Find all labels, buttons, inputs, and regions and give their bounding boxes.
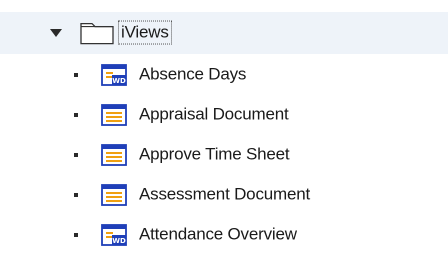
iview-icon: [101, 104, 127, 126]
tree-item-label[interactable]: Attendance Overview: [139, 225, 297, 245]
tree-item-label[interactable]: Assessment Document: [139, 185, 310, 205]
tree-item-assessment-document[interactable]: Assessment Document: [0, 175, 448, 215]
tree-item-approve-time-sheet[interactable]: Approve Time Sheet: [0, 135, 448, 175]
tree-item-label[interactable]: Appraisal Document: [139, 105, 289, 125]
iview-icon: [101, 144, 127, 166]
iview-wd-icon: WD: [101, 224, 127, 246]
iviews-tree: iViews WD Absence Days Appraisal Documen…: [0, 0, 448, 246]
iview-wd-icon: WD: [101, 64, 127, 86]
tree-item-absence-days[interactable]: WD Absence Days: [0, 55, 448, 95]
bullet-icon: [74, 193, 78, 197]
bullet-icon: [74, 73, 78, 77]
tree-node-label[interactable]: iViews: [118, 20, 172, 45]
tree-item-attendance-overview[interactable]: WD Attendance Overview: [0, 215, 448, 255]
triangle-down-icon[interactable]: [47, 26, 65, 40]
svg-text:WD: WD: [112, 77, 126, 85]
tree-node-iviews[interactable]: iViews: [0, 12, 448, 54]
bullet-icon: [74, 233, 78, 237]
tree-item-label[interactable]: Absence Days: [139, 65, 246, 85]
bullet-icon: [74, 153, 78, 157]
bullet-icon: [74, 113, 78, 117]
folder-open-icon: [79, 18, 115, 46]
iview-icon: [101, 184, 127, 206]
tree-item-appraisal-document[interactable]: Appraisal Document: [0, 95, 448, 135]
tree-item-label[interactable]: Approve Time Sheet: [139, 145, 290, 165]
svg-text:WD: WD: [112, 237, 126, 245]
